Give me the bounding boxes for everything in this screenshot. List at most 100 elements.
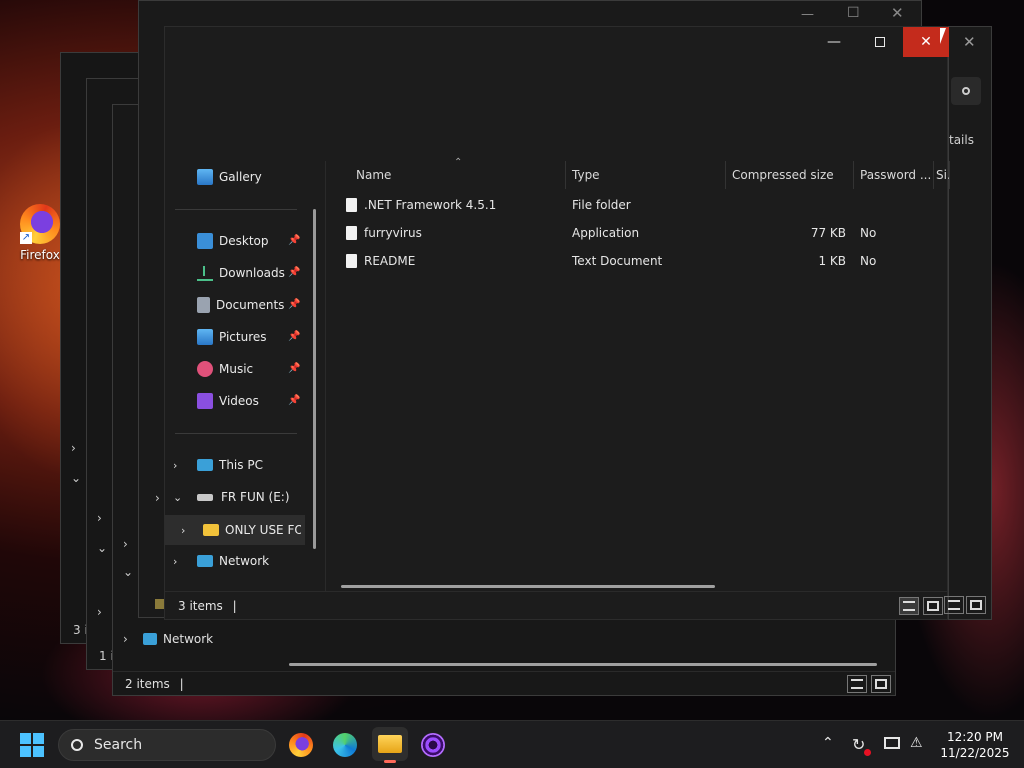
background-window-5[interactable]: ✕ tails (948, 26, 992, 620)
sidebar-item-label: Pictures (219, 330, 267, 344)
details-view-button[interactable] (899, 597, 919, 615)
sidebar-scrollbar[interactable] (313, 209, 316, 549)
pin-icon[interactable]: 📌 (288, 235, 300, 246)
column-header-type[interactable]: Type (566, 161, 726, 189)
chevron-right-icon[interactable]: › (173, 555, 187, 568)
close-icon: ✕ (920, 34, 932, 50)
horizontal-scrollbar[interactable] (289, 663, 877, 666)
taskbar-app[interactable] (419, 731, 447, 759)
sidebar-item-downloads[interactable]: Downloads (197, 259, 285, 287)
chevron-down-icon[interactable]: ⌄ (173, 491, 187, 504)
column-header-name[interactable]: Name (350, 161, 566, 189)
pin-icon[interactable]: 📌 (288, 395, 300, 406)
error-badge (864, 749, 871, 756)
chevron-right-icon[interactable]: › (123, 537, 128, 551)
chevron-down-icon[interactable]: ⌄ (97, 541, 107, 555)
file-size: 77 KB (810, 226, 846, 240)
clock-time: 12:20 PM (947, 730, 1003, 744)
table-row[interactable]: .NET Framework 4.5.1 File folder (326, 191, 946, 219)
details-view-button[interactable] (944, 596, 964, 614)
start-button[interactable] (18, 731, 46, 759)
sidebar-item-this-pc[interactable]: › This PC (173, 451, 263, 479)
table-row[interactable]: furryvirus Application 77 KB No (326, 219, 946, 247)
status-bar: 2 items | (113, 671, 895, 696)
maximize-icon[interactable]: ☐ (847, 5, 860, 21)
status-bar: 3 items | (165, 591, 947, 620)
sidebar-item-gallery[interactable]: Gallery (197, 163, 262, 191)
column-header-compressed-size[interactable]: Compressed size (726, 161, 854, 189)
details-view-button[interactable] (847, 675, 867, 693)
folder-icon (203, 524, 219, 536)
sidebar-item-label: FR FUN (E:) (221, 490, 290, 504)
network-disconnected-icon[interactable]: ⚠ (910, 735, 923, 751)
pin-icon[interactable]: 📌 (288, 331, 300, 342)
chevron-down-icon[interactable]: ⌄ (71, 471, 81, 485)
taskbar-file-explorer[interactable] (372, 727, 408, 763)
display-icon[interactable] (884, 737, 900, 749)
desktop-icon-firefox[interactable]: ↗ Firefox (14, 204, 66, 262)
sidebar-item-documents[interactable]: Documents (197, 291, 284, 319)
taskbar-edge[interactable] (331, 731, 359, 759)
videos-icon (197, 393, 213, 409)
sidebar-item-network[interactable]: › Network (123, 631, 213, 647)
minimize-icon[interactable]: — (801, 7, 814, 22)
active-indicator (384, 760, 396, 763)
minimize-button[interactable]: — (811, 27, 857, 57)
shortcut-arrow-icon: ↗ (20, 232, 32, 244)
details-view-icon (903, 601, 915, 611)
details-view-icon (948, 600, 960, 610)
close-icon[interactable]: ✕ (963, 33, 976, 51)
sidebar-item-drive[interactable]: ⌄ FR FUN (E:) (173, 483, 290, 511)
taskbar-firefox[interactable] (287, 731, 315, 759)
file-password: No (860, 226, 877, 240)
chevron-right-icon[interactable]: › (181, 524, 195, 537)
chevron-down-icon[interactable]: ⌄ (123, 565, 133, 579)
file-password: No (860, 254, 877, 268)
pin-icon[interactable]: 📌 (288, 363, 300, 374)
desktop-icon (197, 233, 213, 249)
document-icon (197, 297, 210, 313)
sidebar-item-label: ONLY USE FOR (225, 523, 301, 537)
sidebar-item-network[interactable]: › Network (173, 547, 269, 575)
details-pane-label[interactable]: tails (949, 133, 974, 147)
column-header-password[interactable]: Password ... (854, 161, 934, 189)
chevron-right-icon[interactable]: › (97, 511, 102, 525)
file-name: furryvirus (364, 226, 422, 240)
horizontal-scrollbar[interactable] (341, 585, 715, 588)
mouse-cursor-icon (940, 28, 946, 44)
pin-icon[interactable]: 📌 (288, 299, 300, 310)
file-icon (346, 226, 357, 240)
explorer-window[interactable]: — ✕ Gallery Desktop 📌 Downloads 📌 Docume… (164, 26, 950, 620)
pin-icon[interactable]: 📌 (288, 267, 300, 278)
status-item-count: 2 items (125, 677, 170, 691)
folder-icon (346, 198, 357, 212)
tiles-view-icon (875, 679, 887, 689)
chevron-right-icon[interactable]: › (97, 605, 102, 619)
search-button[interactable] (951, 77, 981, 105)
search-placeholder: Search (94, 737, 143, 753)
file-name: README (364, 254, 416, 268)
sidebar-item-folder[interactable]: › ONLY USE FOR (165, 515, 305, 545)
sidebar-item-desktop[interactable]: Desktop (197, 227, 269, 255)
tiles-view-button[interactable] (871, 675, 891, 693)
minimize-icon: — (827, 34, 841, 50)
chevron-right-icon[interactable]: › (155, 491, 160, 505)
sidebar-item-pictures[interactable]: Pictures (197, 323, 267, 351)
sidebar-item-label: Gallery (219, 170, 262, 184)
chevron-right-icon[interactable]: › (71, 441, 76, 455)
table-row[interactable]: README Text Document 1 KB No (326, 247, 946, 275)
clock[interactable]: 12:20 PM 11/22/2025 (940, 729, 1010, 761)
sidebar-item-music[interactable]: Music (197, 355, 253, 383)
taskbar-search[interactable]: Search (58, 729, 276, 761)
tiles-view-button[interactable] (923, 597, 943, 615)
file-type: Application (572, 226, 640, 240)
column-header-size[interactable]: Si... (934, 161, 950, 189)
sidebar-item-videos[interactable]: Videos (197, 387, 259, 415)
sidebar-item-label: Music (219, 362, 254, 376)
chevron-up-icon[interactable]: ⌃ (822, 735, 834, 751)
tiles-view-button[interactable] (966, 596, 986, 614)
chevron-right-icon[interactable]: › (173, 459, 187, 472)
network-icon (143, 633, 157, 645)
close-icon[interactable]: ✕ (891, 4, 904, 22)
maximize-button[interactable] (857, 27, 903, 57)
